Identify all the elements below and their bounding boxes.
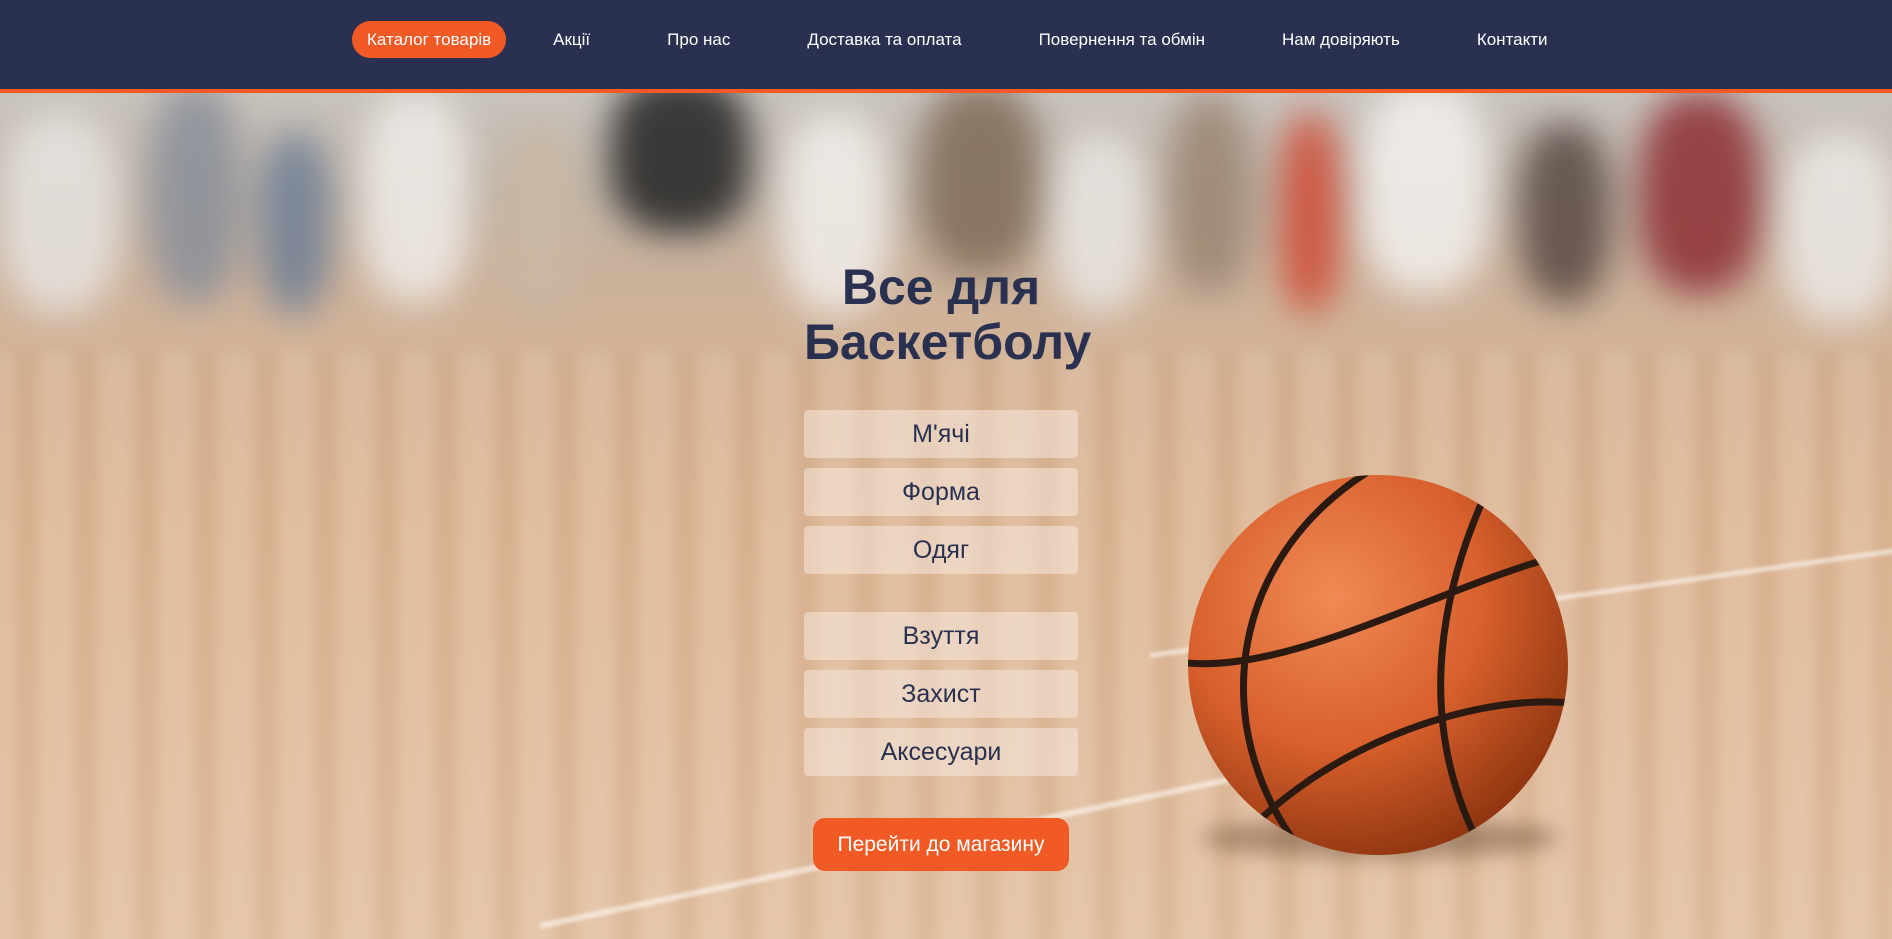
basketball-image (1188, 475, 1568, 855)
nav-item-promotions[interactable]: Акції (538, 21, 605, 58)
category-accessories-button[interactable]: Аксесуари (804, 728, 1078, 776)
category-uniform-button[interactable]: Форма (804, 468, 1078, 516)
go-to-shop-button[interactable]: Перейти до магазину (813, 818, 1069, 871)
nav-item-trusted-by[interactable]: Нам довіряють (1267, 21, 1415, 58)
category-shoes-button[interactable]: Взуття (804, 612, 1078, 660)
nav-item-delivery-payment[interactable]: Доставка та оплата (792, 21, 976, 58)
category-protection-button[interactable]: Захист (804, 670, 1078, 718)
category-clothing-button[interactable]: Одяг (804, 526, 1078, 574)
nav-item-catalog[interactable]: Каталог товарів (352, 21, 507, 58)
hero-title: Все для Баскетболу (804, 259, 1092, 370)
category-balls-button[interactable]: М'ячі (804, 410, 1078, 458)
main-nav: Каталог товарів Акції Про нас Доставка т… (352, 21, 1563, 58)
top-navbar: Каталог товарів Акції Про нас Доставка т… (0, 0, 1892, 93)
nav-item-contacts[interactable]: Контакти (1462, 21, 1563, 58)
hero-content: Все для Баскетболу М'ячі Форма Одяг Взут… (804, 259, 1092, 871)
category-list: М'ячі Форма Одяг Взуття Захист Аксесуари (804, 410, 1078, 776)
nav-item-about[interactable]: Про нас (652, 21, 745, 58)
nav-item-returns-exchange[interactable]: Повернення та обмін (1024, 21, 1220, 58)
